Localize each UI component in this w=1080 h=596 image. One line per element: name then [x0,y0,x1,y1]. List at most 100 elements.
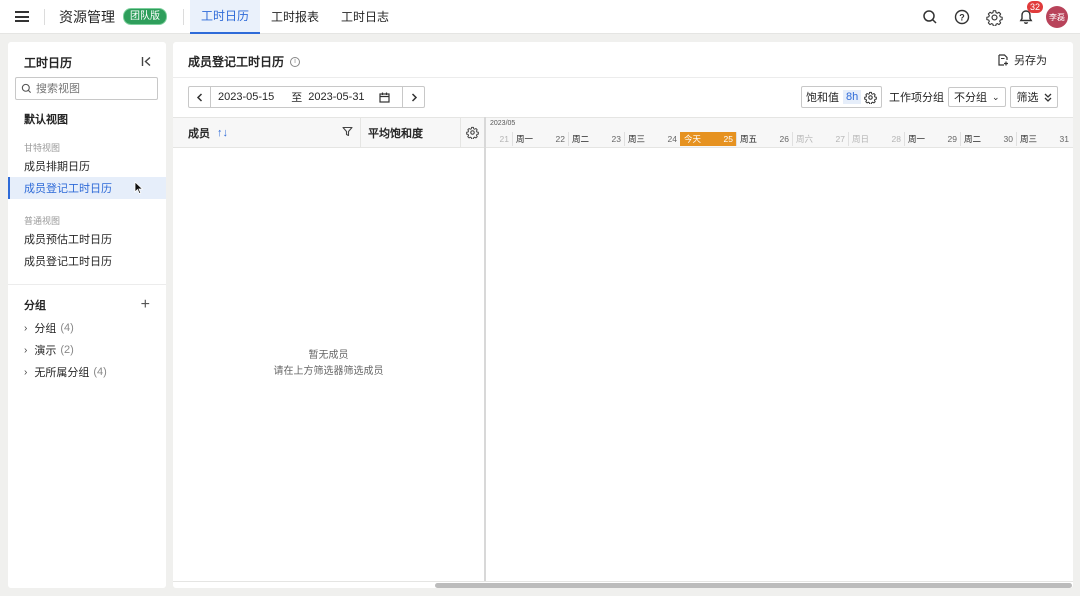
tab-hours-calendar[interactable]: 工时日历 [190,0,261,34]
day-header: 周五 26 [736,132,792,146]
group-count: (4) [93,366,107,378]
group-by-label: 工作项分组 [889,92,944,104]
divider [173,581,1073,582]
group-item[interactable]: › 分组 (4) [24,320,74,336]
prev-range-button[interactable] [189,87,211,107]
sidebar-title: 工时日历 [24,56,73,70]
weekday-label: 周五 [740,134,758,144]
month-label: 2023/05 [490,120,516,127]
gantt-view-caption: 甘特视图 [24,143,61,153]
avg-saturation-column-header[interactable]: 平均饱和度 [361,118,461,147]
filter-button[interactable]: 筛选 [1010,86,1058,108]
divider [173,77,1073,78]
member-column-header[interactable]: 成员 ↑↓ [173,118,361,147]
group-by-select[interactable]: 不分组 ⌄ [948,87,1006,107]
day-header: 周二 30 [960,132,1016,146]
view-search-field[interactable] [15,77,158,100]
avatar[interactable]: 李磊 [1046,6,1068,28]
menu-icon[interactable] [0,0,44,34]
group-item[interactable]: › 演示 (2) [24,342,74,358]
day-columns: 21 周一 22 周二 23 周三 24 今天 25 周五 26 周六 27 周日 28 周一 29 周二 30 周三… [486,132,1072,146]
weekday-label: 周三 [628,134,646,144]
start-date: 2023-05-15 [218,91,275,103]
sidebar-item-member-estimated-hours[interactable]: 成员预估工时日历 [8,228,166,250]
table-header: 成员 ↑↓ 平均饱和度 2023/05 21 周一 22 周二 23 周三 24 今天 25 周五… [173,117,1073,148]
save-as-label: 另存为 [1014,55,1047,67]
empty-hint: 请在上方筛选器筛选成员 [273,366,384,377]
add-group-icon[interactable]: + [141,297,150,313]
group-name: 分组 [34,323,57,335]
sidebar-item-member-schedule[interactable]: 成员排期日历 [8,155,166,177]
pane-divider[interactable] [484,117,486,582]
group-name: 无所属分组 [34,367,90,379]
team-badge: 团队版 [123,8,167,25]
filter-label: 筛选 [1016,92,1039,104]
day-number: 25 [723,134,733,144]
group-item[interactable]: › 无所属分组 (4) [24,364,107,380]
weekday-label: 周六 [796,134,814,144]
save-as-button[interactable]: 另存为 [997,52,1047,68]
normal-view-caption: 普通视图 [24,216,61,226]
chevron-down-icon: ⌄ [992,91,1000,102]
collapse-sidebar-icon[interactable] [141,55,152,70]
tab-hours-log[interactable]: 工时日志 [330,0,400,34]
day-number: 29 [947,134,957,144]
day-header: 周一 22 [512,132,568,146]
day-header-today: 今天 25 [680,132,736,146]
svg-text:?: ? [959,13,965,23]
column-settings-gear-icon[interactable] [461,118,484,147]
day-number: 31 [1059,134,1069,144]
day-number: 23 [611,134,621,144]
day-number: 22 [555,134,565,144]
next-range-button[interactable] [402,87,424,107]
day-number: 24 [667,134,677,144]
date-range-field[interactable]: 2023-05-15 至 2023-05-31 [211,87,402,107]
day-header: 周一 29 [904,132,960,146]
divider [44,8,45,25]
notification-count: 32 [1027,1,1044,13]
save-as-icon [998,54,1008,66]
chevron-right-icon: › [24,322,28,334]
end-date: 2023-05-31 [308,91,365,103]
sidebar-item-default-view[interactable]: 默认视图 [8,108,166,130]
date-separator: 至 [291,92,303,104]
gear-icon[interactable] [978,0,1010,34]
help-icon[interactable]: ? [946,0,978,34]
divider [183,8,184,25]
weekday-label: 周一 [908,134,926,144]
group-by-value: 不分组 [954,92,987,104]
day-number: 28 [891,134,901,144]
page-title: 成员登记工时日历 [188,55,285,69]
weekday-label: 周三 [1020,134,1038,144]
group-count: (4) [60,322,74,334]
view-search-input[interactable] [36,82,146,95]
day-number: 30 [1003,134,1013,144]
info-icon[interactable]: i [290,56,301,67]
app-title: 资源管理 [59,8,115,25]
saturation-control[interactable]: 饱和值 8h [801,86,883,108]
top-right-toolbar: ? 32 李磊 [914,0,1068,34]
search-icon[interactable] [914,0,946,34]
tab-hours-report[interactable]: 工时报表 [260,0,330,34]
member-column-label: 成员 [188,127,210,140]
calendar-timeline-header: 2023/05 21 周一 22 周二 23 周三 24 今天 25 周五 26 周六 27 周日 28 周一… [486,118,1073,147]
divider [8,284,166,285]
gear-icon[interactable] [864,91,878,104]
sort-icon[interactable]: ↑↓ [217,127,228,139]
weekday-label: 周二 [572,134,590,144]
day-header: 周日 28 [848,132,904,146]
top-bar: 资源管理 团队版 工时日历 工时报表 工时日志 ? 32 李磊 [0,0,1080,34]
filter-funnel-icon[interactable] [342,126,353,137]
weekday-label: 周一 [516,134,534,144]
date-range-picker: 2023-05-15 至 2023-05-31 [188,86,425,108]
bell-icon[interactable]: 32 [1010,0,1044,34]
main-panel: 成员登记工时日历 i 另存为 2023-05-15 至 2023-05-31 饱… [173,42,1073,588]
saturation-value: 8h [843,90,862,104]
empty-title: 暂无成员 [308,350,349,361]
sidebar: 工时日历 默认视图 甘特视图 成员排期日历 成员登记工时日历 普通视图 成员预估… [8,42,166,588]
day-number: 26 [779,134,789,144]
chevron-right-icon: › [24,366,28,378]
sidebar-item-member-logged-hours[interactable]: 成员登记工时日历 [8,250,166,272]
work-item-group-control: 工作项分组 不分组 ⌄ [889,86,1006,108]
horizontal-scrollbar[interactable] [435,583,1072,588]
